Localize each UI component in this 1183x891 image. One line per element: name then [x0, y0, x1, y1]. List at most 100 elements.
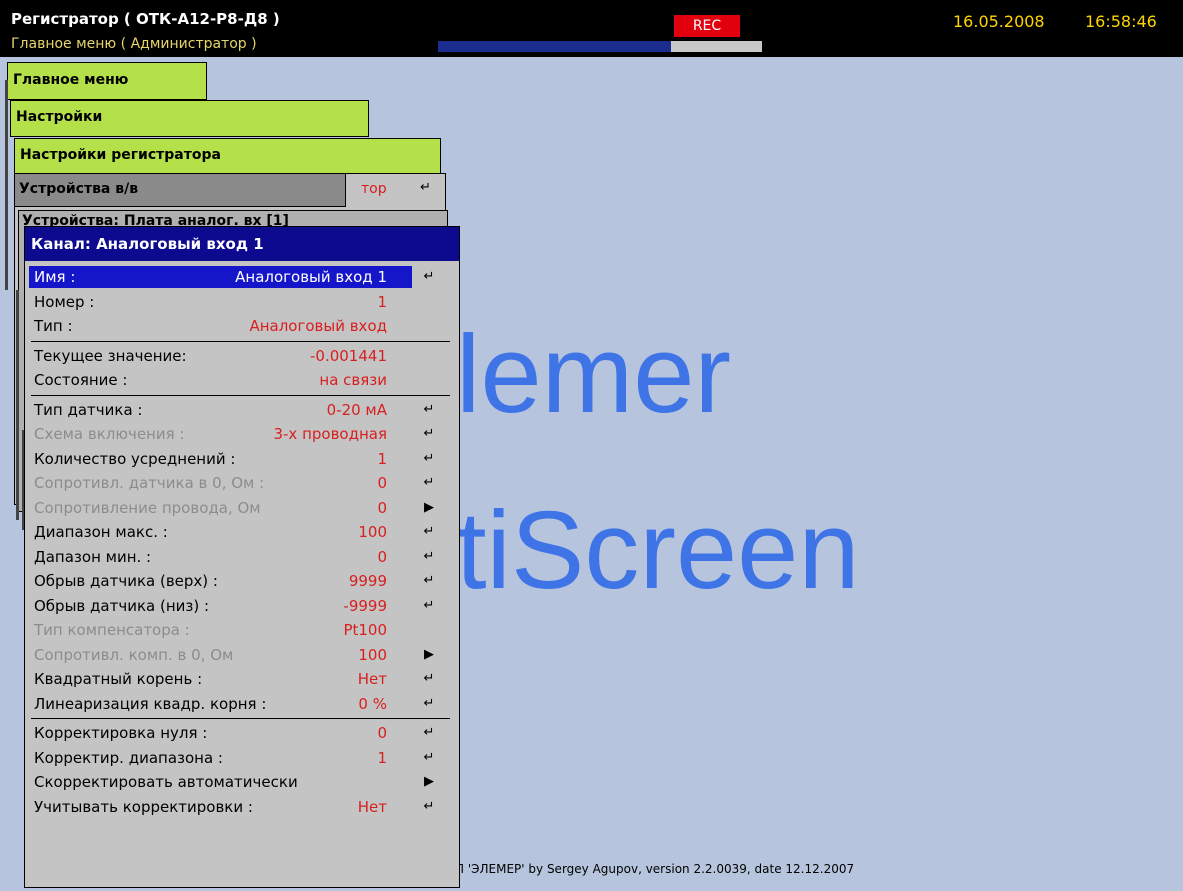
status-bar: Регистратор ( ОТК-А12-Р8-Д8 ) Главное ме… [0, 0, 1183, 57]
enter-return-icon[interactable]: ↵ [420, 422, 438, 447]
field-row: Схема включения : 3-х проводная ↵ [25, 422, 459, 447]
enter-return-icon[interactable]: ↵ [420, 265, 438, 290]
field-label: Тип датчика : [34, 400, 143, 419]
field-label: Корректировка нуля : [34, 724, 208, 742]
enter-return-icon: ↵ [420, 180, 431, 195]
field-label: Обрыв датчика (низ) : [34, 596, 210, 615]
date-display: 16.05.2008 [953, 12, 1045, 31]
field-value: 100 [358, 645, 387, 664]
field-value: 0-20 мА [326, 400, 387, 419]
io-devices-titlebar: Устройства в/в [15, 174, 346, 207]
time-display: 16:58:46 [1085, 12, 1157, 31]
window-edge [5, 80, 8, 290]
field-value: 1 [377, 748, 387, 767]
field-label: Состояние : [34, 371, 128, 389]
field-row[interactable]: Состояние : на связи [25, 368, 459, 393]
field-row: Тип компенсатора : Pt100 [25, 618, 459, 643]
right-arrow-icon[interactable]: ▶ [420, 770, 438, 795]
field-value: Нет [357, 670, 387, 688]
field-row[interactable]: Линеаризация квадр. корня : 0 % ↵ [25, 692, 459, 717]
field-row: Сопротивл. комп. в 0, Ом 100 ▶ [25, 643, 459, 668]
field-row[interactable]: Диапазон макс. : 100 ↵ [25, 520, 459, 545]
field-value: -9999 [343, 596, 387, 615]
field-row: Сопротивление провода, Ом 0 ▶ [25, 496, 459, 521]
field-row[interactable]: Корректир. диапазона : 1 ↵ [25, 746, 459, 771]
enter-return-icon[interactable]: ↵ [420, 569, 438, 594]
field-row: Сопротивл. датчика в 0, Ом : 0 ↵ [25, 471, 459, 496]
enter-return-icon[interactable]: ↵ [420, 398, 438, 423]
field-row[interactable]: Количество усреднений : 1 ↵ [25, 447, 459, 472]
settings-window[interactable]: Настройки [10, 100, 369, 137]
io-devices-title: Устройства в/в [19, 181, 139, 197]
field-value: 0 % [358, 694, 387, 713]
enter-return-icon[interactable]: ↵ [420, 795, 438, 820]
field-label: Тип компенсатора : [34, 621, 190, 639]
io-devices-item-peek: тор [361, 181, 387, 197]
field-row[interactable]: Учитывать корректировки : Нет ↵ [25, 795, 459, 820]
field-row[interactable]: Текущее значение: -0.001441 [25, 344, 459, 369]
channel-window[interactable]: Канал: Аналоговый вход 1 Имя : Аналоговый… [24, 226, 460, 888]
field-row[interactable]: Скорректировать автоматически ▶ [25, 770, 459, 795]
version-footer: П 'ЭЛЕМЕР' by Sergey Agupov, version 2.2… [455, 862, 855, 876]
field-row[interactable]: Квадратный корень : Нет ↵ [25, 667, 459, 692]
field-label: Диапазон макс. : [34, 523, 168, 541]
field-label: Сопротивление провода, Ом [34, 498, 261, 517]
enter-return-icon[interactable]: ↵ [420, 594, 438, 619]
enter-return-icon[interactable]: ↵ [420, 545, 438, 570]
field-label: Скорректировать автоматически [34, 773, 298, 791]
field-label: Дапазон мин. : [34, 547, 152, 566]
right-arrow-icon[interactable]: ▶ [420, 496, 438, 521]
field-row[interactable]: Корректировка нуля : 0 ↵ [25, 721, 459, 746]
recorder-settings-title: Настройки регистратора [20, 147, 221, 163]
window-edge [16, 290, 19, 520]
field-label: Текущее значение: [34, 346, 187, 365]
field-value: 0 [377, 547, 387, 566]
logo-line-2: tiScreen [456, 489, 860, 612]
field-value: Аналоговый вход 1 [235, 268, 387, 286]
app-title: Регистратор ( ОТК-А12-Р8-Д8 ) [11, 10, 280, 28]
field-label: Сопротивл. комп. в 0, Ом [34, 645, 234, 664]
memory-progress-bar [438, 41, 762, 52]
field-value: 0 [377, 498, 387, 517]
field-label: Учитывать корректировки : [34, 797, 253, 816]
field-label: Сопротивл. датчика в 0, Ом : [34, 474, 265, 492]
enter-return-icon[interactable]: ↵ [420, 667, 438, 692]
settings-title: Настройки [16, 109, 103, 125]
field-value: 3-х проводная [273, 425, 387, 443]
field-label: Тип : [34, 317, 73, 335]
field-value: 1 [377, 292, 387, 311]
enter-return-icon[interactable]: ↵ [420, 721, 438, 746]
field-value: Нет [357, 797, 387, 816]
memory-progress-fill [438, 41, 672, 52]
field-row[interactable]: Обрыв датчика (верх) : 9999 ↵ [25, 569, 459, 594]
field-row[interactable]: Дапазон мин. : 0 ↵ [25, 545, 459, 570]
channel-title: Канал: Аналоговый вход 1 [31, 235, 264, 253]
rec-indicator: REC [674, 15, 740, 37]
main-menu-title: Главное меню [13, 72, 129, 88]
enter-return-icon[interactable]: ↵ [420, 520, 438, 545]
recorder-settings-window[interactable]: Настройки регистратора [14, 138, 441, 175]
field-value: 100 [358, 523, 387, 541]
field-value: 0 [377, 474, 387, 492]
field-label: Имя : [34, 268, 76, 286]
field-row[interactable]: Тип датчика : 0-20 мА ↵ [25, 398, 459, 423]
field-value: 9999 [348, 572, 387, 590]
right-arrow-icon[interactable]: ▶ [420, 643, 438, 668]
field-label: Корректир. диапазона : [34, 748, 223, 767]
channel-titlebar: Канал: Аналоговый вход 1 [25, 227, 459, 261]
logo-line-1: lemer [456, 313, 732, 436]
field-row[interactable]: Номер : 1 [25, 290, 459, 315]
field-row[interactable]: Тип : Аналоговый вход [25, 314, 459, 339]
field-value: 1 [377, 449, 387, 468]
field-label: Обрыв датчика (верх) : [34, 572, 218, 590]
field-row[interactable]: Обрыв датчика (низ) : -9999 ↵ [25, 594, 459, 619]
field-value: Pt100 [343, 621, 387, 639]
enter-return-icon[interactable]: ↵ [420, 471, 438, 496]
field-row[interactable]: Имя : Аналоговый вход 1 ↵ [25, 265, 459, 290]
main-menu-window[interactable]: Главное меню [7, 62, 207, 100]
enter-return-icon[interactable]: ↵ [420, 746, 438, 771]
enter-return-icon[interactable]: ↵ [420, 447, 438, 472]
enter-return-icon[interactable]: ↵ [420, 692, 438, 717]
field-value: Аналоговый вход [249, 317, 387, 335]
field-label: Номер : [34, 292, 95, 311]
